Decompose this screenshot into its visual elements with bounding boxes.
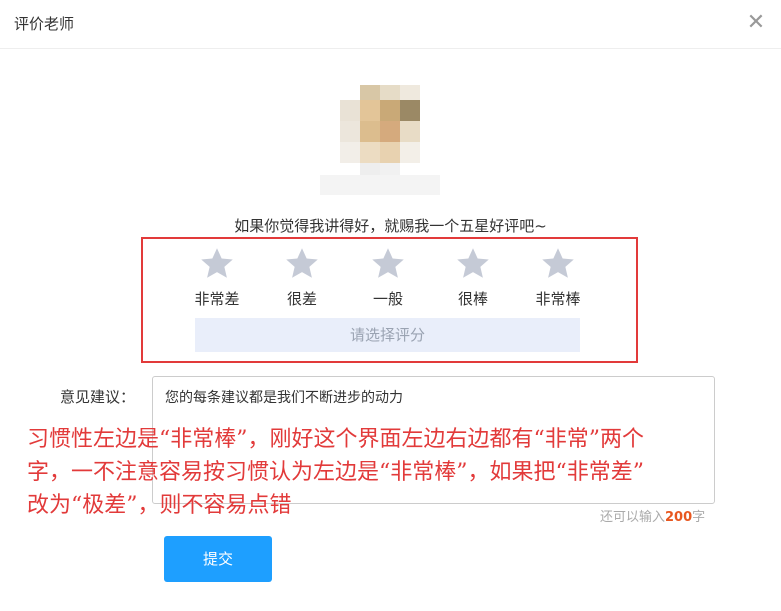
annotation-text: 习惯性左边是“非常棒”，刚好这个界面左边右边都有“非常”两个 字，一不注意容易按… (27, 423, 779, 522)
rating-option-bad[interactable]: 很差 (262, 288, 342, 309)
annotation-line-1: 习惯性左边是“非常棒”，刚好这个界面左边右边都有“非常”两个 (27, 427, 644, 452)
star-icon[interactable] (199, 246, 235, 282)
star-icon[interactable] (455, 246, 491, 282)
rating-prompt: 如果你觉得我讲得好，就赐我一个五星好评吧~ (234, 217, 547, 235)
dialog-title: 评价老师 (14, 15, 75, 33)
star-icon[interactable] (284, 246, 320, 282)
close-icon[interactable]: ✕ (745, 12, 767, 34)
score-hint-bar: 请选择评分 (195, 318, 580, 352)
star-icon[interactable] (540, 246, 576, 282)
star-icon[interactable] (370, 246, 406, 282)
rating-option-very-bad[interactable]: 非常差 (177, 288, 257, 309)
suggestion-label: 意见建议： (60, 388, 136, 406)
rating-option-good[interactable]: 很棒 (433, 288, 513, 309)
rating-option-excellent[interactable]: 非常棒 (518, 288, 598, 309)
rating-option-average[interactable]: 一般 (348, 288, 428, 309)
header-divider (0, 48, 781, 49)
suggestion-placeholder: 您的每条建议都是我们不断进步的动力 (165, 390, 403, 406)
evaluate-teacher-dialog: 评价老师 ✕ 如果你觉得我讲得好，就赐我一个五星好评吧~ 非常差 很差 一般 很… (0, 0, 781, 611)
submit-button[interactable]: 提交 (164, 536, 272, 582)
annotation-line-2: 字，一不注意容易按习惯认为左边是“非常棒”，如果把“非常差” (27, 460, 644, 485)
annotation-line-3: 改为“极差”，则不容易点错 (27, 493, 292, 518)
teacher-avatar (320, 85, 440, 195)
